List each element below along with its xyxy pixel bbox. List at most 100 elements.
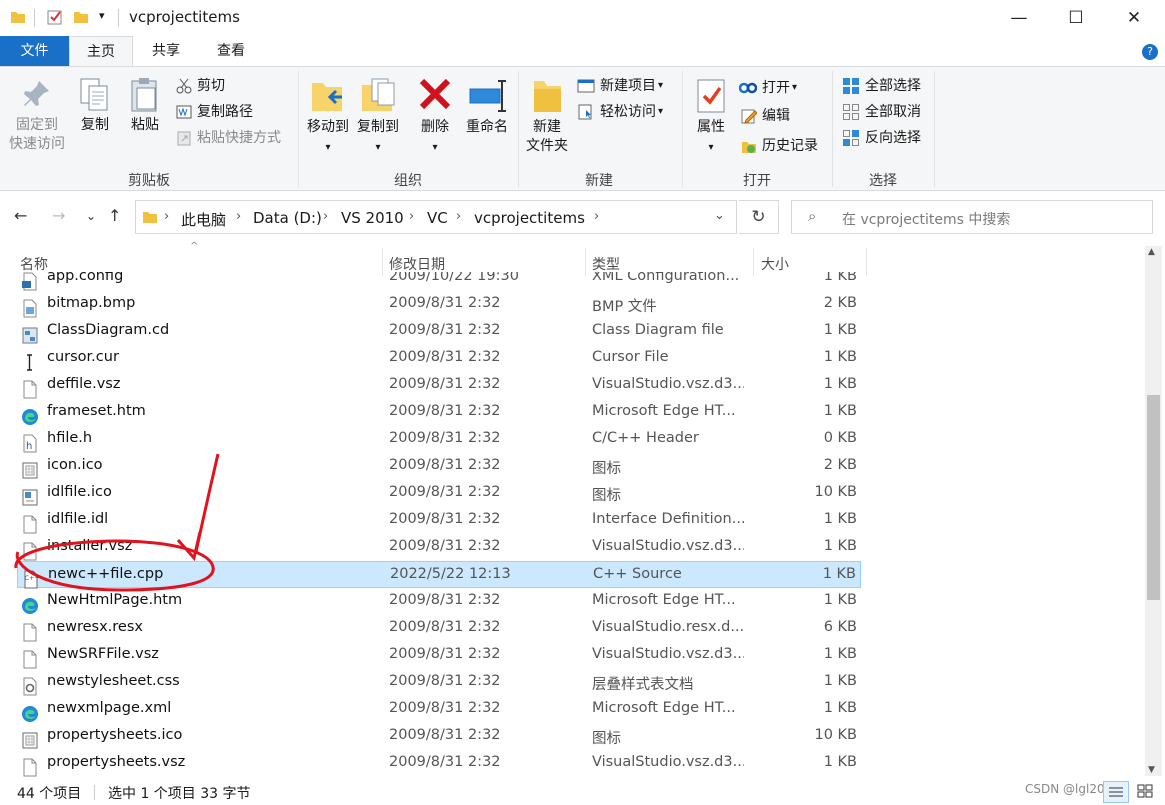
column-header-name[interactable]: 名称 — [20, 254, 48, 274]
pin-quick-access-button[interactable]: 固定到 快速访问 — [6, 77, 68, 154]
select-all-button[interactable]: 全部选择 — [842, 75, 921, 97]
details-view-icon — [1109, 787, 1123, 797]
tab-share[interactable]: 共享 — [136, 36, 196, 66]
properties-button[interactable]: 属性 ▾ — [690, 77, 732, 157]
file-date: 2009/8/31 2:32 — [389, 430, 501, 446]
file-type: 图标 — [592, 488, 621, 504]
breadcrumb-separator-icon: › — [409, 209, 415, 224]
details-view-button[interactable] — [1103, 781, 1129, 803]
file-name: app.config — [47, 272, 124, 284]
file-date: 2009/8/31 2:32 — [389, 376, 501, 392]
history-button[interactable]: 历史记录 — [741, 135, 818, 157]
delete-button[interactable]: 删除 ▾ — [414, 77, 456, 157]
column-header-type[interactable]: 类型 — [592, 254, 620, 274]
copy-to-button[interactable]: 复制到 ▾ — [354, 77, 402, 157]
file-type: 层叠样式表文档 — [592, 677, 694, 693]
group-label-new: 新建 — [585, 173, 613, 189]
file-date: 2009/8/31 2:32 — [389, 700, 501, 716]
history-icon — [742, 142, 756, 153]
new-folder-quick-icon[interactable] — [73, 9, 89, 25]
breadcrumb-vs2010[interactable]: VS 2010 — [341, 209, 404, 227]
breadcrumb-this-pc[interactable]: 此电脑 — [181, 209, 226, 230]
file-row[interactable]: NewSRFFile.vsz 2009/8/31 2:32 VisualStudio… — [17, 642, 861, 669]
tab-home[interactable]: 主页 — [69, 36, 133, 66]
red-annotation — [14, 453, 220, 592]
breadcrumb-drive[interactable]: Data (D:) — [253, 209, 322, 227]
new-folder-label-2: 文件夹 — [526, 138, 568, 154]
help-icon[interactable]: ? — [1142, 44, 1158, 60]
file-row[interactable]: newxmlpage.xml 2009/8/31 2:32 Microsoft Ed… — [17, 696, 861, 723]
group-label-clipboard: 剪贴板 — [128, 173, 170, 189]
new-folder-button[interactable]: 新建 文件夹 — [522, 77, 572, 156]
search-box[interactable]: ⌕ 在 vcprojectitems 中搜索 — [791, 200, 1153, 234]
easy-access-dropdown-icon: ▾ — [658, 106, 664, 117]
file-row[interactable]: newresx.resx 2009/8/31 2:32 VisualStudio.r… — [17, 615, 861, 642]
file-type: VisualStudio.vsz.d3... — [592, 754, 744, 770]
file-date: 2009/8/31 2:32 — [389, 484, 501, 500]
minimize-button[interactable]: — — [990, 0, 1048, 36]
file-row[interactable]: newstylesheet.css 2009/8/31 2:32 层叠样式表文档 1 … — [17, 669, 861, 696]
refresh-button[interactable]: ↻ — [739, 200, 779, 234]
new-item-dropdown-icon: ▾ — [658, 80, 664, 91]
file-row[interactable]: propertysheets.vsz 2009/8/31 2:32 VisualSt… — [17, 750, 861, 777]
address-bar[interactable]: › 此电脑 › Data (D:) › VS 2010 › VC › vcpro… — [135, 200, 737, 234]
copy-path-button[interactable]: 复制路径 — [176, 101, 253, 123]
window-title: vcprojectitems — [129, 8, 240, 26]
customize-quick-access-icon[interactable]: ▾ — [99, 9, 105, 22]
file-name: deffile.vsz — [47, 376, 121, 392]
paste-shortcut-button[interactable]: 粘贴快捷方式 — [176, 127, 281, 149]
breadcrumb-vc[interactable]: VC — [427, 209, 448, 227]
move-to-button[interactable]: 移动到 ▾ — [304, 77, 352, 157]
file-row[interactable]: deffile.vsz 2009/8/31 2:32 VisualStudio.vs… — [17, 372, 861, 399]
tab-view[interactable]: 查看 — [200, 36, 262, 66]
file-type: XML Configuration... — [592, 272, 740, 284]
file-row[interactable]: propertysheets.ico 2009/8/31 2:32 图标 10 KB — [17, 723, 861, 750]
new-item-button[interactable]: 新建项目 ▾ — [577, 75, 663, 97]
back-arrow-icon[interactable]: ← — [14, 206, 27, 225]
close-button[interactable]: ✕ — [1105, 0, 1163, 36]
up-arrow-icon[interactable]: ↑ — [108, 206, 121, 225]
file-date: 2009/8/31 2:32 — [389, 673, 501, 689]
file-row[interactable]: cursor.cur 2009/8/31 2:32 Cursor File 1 KB — [17, 345, 861, 372]
paste-button[interactable]: 粘贴 — [124, 77, 166, 135]
file-row[interactable]: frameset.htm 2009/8/31 2:32 Microsoft Edge… — [17, 399, 861, 426]
open-dropdown-icon: ▾ — [792, 82, 798, 93]
invert-selection-button[interactable]: 反向选择 — [842, 127, 921, 149]
easy-access-button[interactable]: 轻松访问 ▾ — [577, 101, 663, 123]
select-none-icon — [843, 104, 859, 120]
recent-locations-icon[interactable]: ⌄ — [86, 209, 96, 223]
scroll-up-arrow-icon[interactable]: ▲ — [1148, 247, 1155, 257]
rename-label: 重命名 — [466, 119, 508, 135]
paste-label: 粘贴 — [131, 117, 159, 133]
address-history-dropdown-icon[interactable]: ⌄ — [714, 208, 725, 223]
rename-button[interactable]: 重命名 — [460, 77, 514, 137]
file-row[interactable]: bitmap.bmp 2009/8/31 2:32 BMP 文件 2 KB — [17, 291, 861, 318]
large-icons-view-icon — [1137, 784, 1153, 798]
copy-to-label: 复制到 — [357, 119, 399, 135]
forward-arrow-icon[interactable]: → — [52, 206, 65, 225]
properties-check-icon[interactable] — [47, 9, 63, 25]
folder-icon — [11, 12, 25, 23]
column-header-date[interactable]: 修改日期 — [389, 254, 445, 274]
file-row[interactable]: ClassDiagram.cd 2009/8/31 2:32 Class Diagr… — [17, 318, 861, 345]
scroll-down-arrow-icon[interactable]: ▼ — [1148, 765, 1155, 775]
copy-icon — [80, 78, 108, 111]
file-size: 1 KB — [823, 646, 857, 662]
scrollbar-thumb[interactable] — [1147, 395, 1160, 600]
large-icons-view-button[interactable] — [1133, 781, 1159, 803]
edit-button[interactable]: 编辑 — [741, 105, 790, 127]
select-none-button[interactable]: 全部取消 — [842, 101, 921, 123]
file-name: propertysheets.vsz — [47, 754, 186, 770]
breadcrumb-separator-icon: › — [164, 209, 170, 224]
breadcrumb-vcprojectitems[interactable]: vcprojectitems — [474, 209, 585, 227]
maximize-button[interactable]: ☐ — [1047, 0, 1105, 36]
tab-file[interactable]: 文件 — [0, 36, 69, 66]
file-type: Microsoft Edge HT... — [592, 592, 736, 608]
properties-dropdown-icon: ▾ — [708, 142, 714, 153]
cut-button[interactable]: 剪切 — [176, 75, 225, 97]
file-size: 2 KB — [823, 457, 857, 473]
open-button[interactable]: 打开 ▾ — [739, 77, 797, 99]
column-header-size[interactable]: 大小 — [761, 254, 789, 274]
copy-button[interactable]: 复制 — [74, 77, 116, 135]
file-row[interactable]: app.config 2009/10/22 19:30 XML Configurat… — [17, 272, 861, 291]
